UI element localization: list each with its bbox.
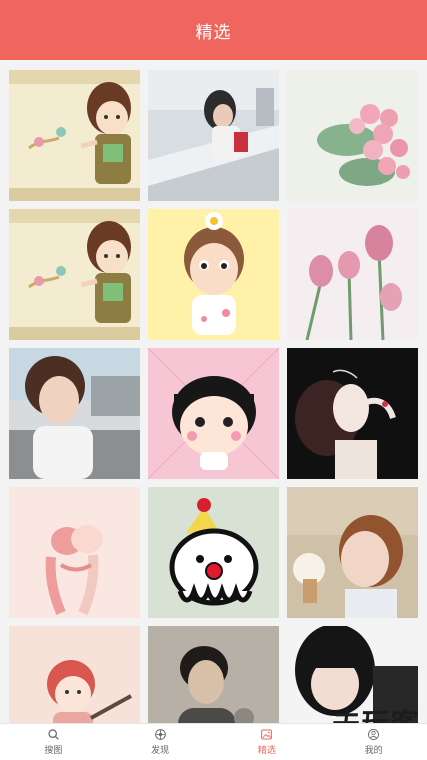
bottom-tab-bar: 搜图 发现 精选 我的 (0, 723, 427, 760)
page-title: 精选 (195, 22, 232, 43)
cartoon-girl-daisy-image (148, 209, 279, 340)
compass-icon (154, 729, 166, 740)
cartoon-girl-balloons-image (9, 70, 140, 201)
image-tile[interactable] (148, 209, 279, 340)
image-tile[interactable] (9, 626, 140, 724)
clown-ghost-cartoon-image (148, 487, 279, 618)
image-tile[interactable] (9, 487, 140, 618)
cartoon-girl-balloons-image (9, 209, 140, 340)
app-root: 精选 搜图 发现 精选 我的 (0, 0, 427, 760)
image-tile[interactable] (148, 70, 279, 201)
image-tile[interactable] (9, 348, 140, 479)
image-tile[interactable] (148, 348, 279, 479)
cartoon-girl-red-hair-image (9, 626, 140, 724)
short-hair-girl-street-image (9, 348, 140, 479)
image-tile[interactable] (9, 209, 140, 340)
chibi-maruko-cartoon-image (148, 348, 279, 479)
pink-roses-bouquet-image (287, 70, 418, 201)
page-header: 精选 (0, 0, 427, 60)
image-tile[interactable] (287, 348, 418, 479)
user-icon (368, 729, 380, 740)
tab-discover[interactable]: 发现 (107, 724, 214, 760)
girl-eating-ice-cream-image (287, 487, 418, 618)
tab-label: 我的 (364, 746, 383, 756)
search-icon (48, 729, 59, 740)
image-tile[interactable] (287, 70, 418, 201)
girl-leaning-railing-image (148, 70, 279, 201)
cartoon-couple-hugging-image (9, 487, 140, 618)
tab-me[interactable]: 我的 (320, 724, 427, 760)
tab-search[interactable]: 搜图 (0, 724, 107, 760)
tab-featured[interactable]: 精选 (214, 724, 321, 760)
tab-label: 发现 (151, 746, 170, 756)
image-icon (261, 729, 273, 740)
image-tile[interactable] (9, 70, 140, 201)
image-tile[interactable] (148, 626, 279, 724)
image-grid[interactable] (0, 60, 427, 724)
young-man-portrait-image (148, 626, 279, 724)
pink-tulips-image (287, 209, 418, 340)
image-tile[interactable] (287, 487, 418, 618)
tab-label: 搜图 (44, 746, 63, 756)
woman-dark-background-image (287, 348, 418, 479)
tab-label: 精选 (257, 746, 276, 756)
image-tile[interactable] (148, 487, 279, 618)
image-tile[interactable] (287, 209, 418, 340)
